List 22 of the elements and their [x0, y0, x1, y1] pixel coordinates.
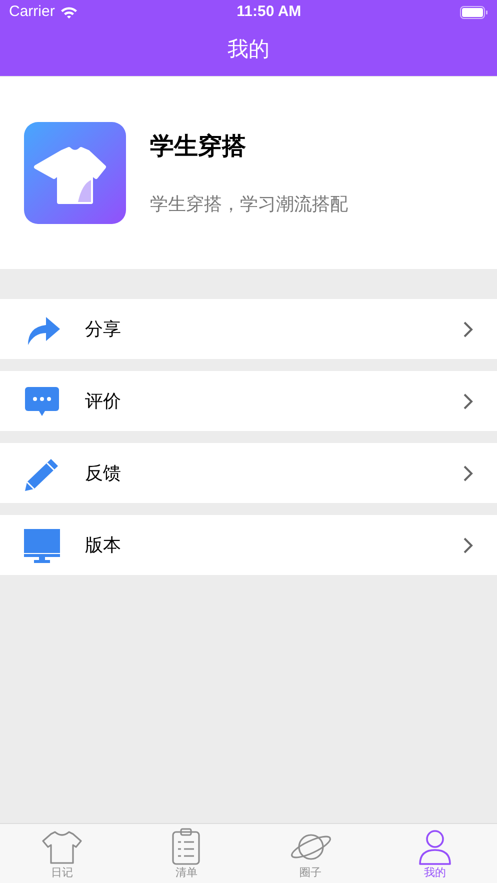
wifi-icon: [60, 6, 78, 18]
menu-label: 评价: [85, 390, 122, 412]
app-logo-icon: [24, 122, 126, 224]
app-name: 学生穿搭: [150, 132, 247, 162]
app-description: 学生穿搭，学习潮流搭配: [150, 192, 348, 216]
page-title: 我的: [228, 37, 270, 64]
menu-label: 版本: [85, 534, 122, 556]
battery-icon: [460, 6, 488, 18]
monitor-icon: [24, 527, 60, 563]
chevron-right-icon: [463, 320, 473, 338]
chevron-right-icon: [463, 392, 473, 410]
menu-item[interactable]: 版本: [0, 515, 497, 575]
menu-item[interactable]: 评价: [0, 371, 497, 431]
clock-time: 11:50 AM: [236, 2, 302, 22]
menu-label: 分享: [85, 318, 122, 340]
menu-item[interactable]: 分享: [0, 299, 497, 359]
tab-item[interactable]: 我的: [372, 824, 497, 883]
chevron-right-icon: [463, 536, 473, 554]
menu-item[interactable]: 反馈: [0, 443, 497, 503]
menu-label: 反馈: [85, 462, 122, 484]
chevron-right-icon: [463, 464, 473, 482]
carrier-label: Carrier: [9, 2, 55, 22]
